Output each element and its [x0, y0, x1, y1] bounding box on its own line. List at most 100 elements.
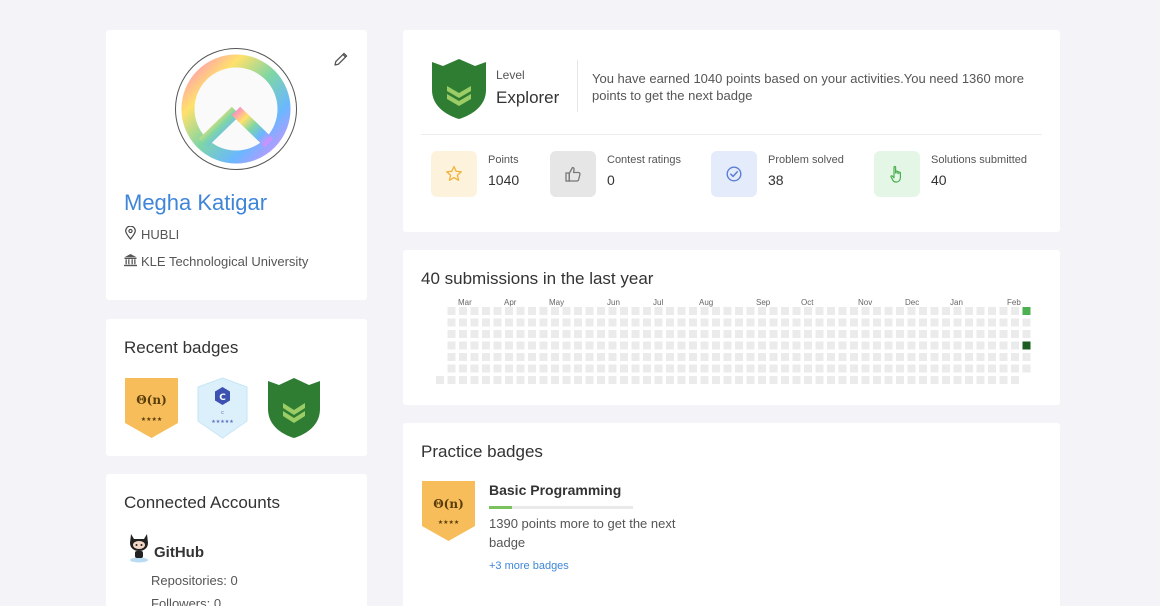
- heatmap-cell[interactable]: [631, 330, 640, 338]
- heatmap-cell[interactable]: [631, 341, 640, 350]
- heatmap-cell[interactable]: [781, 318, 789, 327]
- heatmap-cell[interactable]: [677, 307, 686, 315]
- heatmap-cell[interactable]: [597, 330, 605, 338]
- heatmap-cell[interactable]: [827, 307, 835, 315]
- heatmap-cell[interactable]: [677, 330, 686, 338]
- heatmap-cell[interactable]: [447, 376, 456, 384]
- heatmap-cell[interactable]: [723, 318, 732, 327]
- heatmap-cell[interactable]: [735, 364, 743, 373]
- heatmap-cell[interactable]: [758, 318, 766, 327]
- heatmap-cell[interactable]: [631, 364, 640, 373]
- heatmap-cell[interactable]: [942, 364, 950, 373]
- heatmap-cell[interactable]: [643, 330, 651, 338]
- heatmap-cell[interactable]: [735, 341, 743, 350]
- heatmap-cell[interactable]: [769, 307, 778, 315]
- heatmap-cell[interactable]: [723, 341, 732, 350]
- heatmap-cell[interactable]: [953, 376, 962, 384]
- heatmap-cell[interactable]: [815, 341, 824, 350]
- heatmap-cell[interactable]: [919, 307, 927, 315]
- heatmap-cell[interactable]: [482, 341, 490, 350]
- heatmap-cell[interactable]: [827, 341, 835, 350]
- heatmap-cell[interactable]: [666, 364, 674, 373]
- heatmap-cell[interactable]: [965, 364, 973, 373]
- heatmap-cell[interactable]: [850, 307, 858, 315]
- heatmap-cell[interactable]: [953, 330, 962, 338]
- heatmap-cell[interactable]: [976, 364, 985, 373]
- heatmap-cell[interactable]: [988, 330, 996, 338]
- heatmap-cell[interactable]: [1011, 330, 1019, 338]
- heatmap-cell[interactable]: [700, 330, 709, 338]
- heatmap-cell[interactable]: [643, 341, 651, 350]
- heatmap-cell[interactable]: [769, 353, 778, 361]
- heatmap-cell[interactable]: [792, 376, 801, 384]
- heatmap-cell[interactable]: [850, 330, 858, 338]
- heatmap-cell[interactable]: [838, 376, 847, 384]
- heatmap-cell[interactable]: [999, 307, 1008, 315]
- heatmap-cell[interactable]: [666, 307, 674, 315]
- heatmap-cell[interactable]: [574, 341, 582, 350]
- heatmap-cell[interactable]: [746, 330, 755, 338]
- heatmap-cell[interactable]: [907, 307, 916, 315]
- heatmap-cell[interactable]: [884, 353, 893, 361]
- heatmap-cell[interactable]: [930, 353, 939, 361]
- heatmap-cell[interactable]: [965, 341, 973, 350]
- heatmap-cell[interactable]: [965, 353, 973, 361]
- heatmap-cell[interactable]: [873, 341, 881, 350]
- heatmap-cell[interactable]: [919, 341, 927, 350]
- heatmap-cell[interactable]: [516, 341, 525, 350]
- heatmap-cell[interactable]: [470, 307, 479, 315]
- heatmap-cell[interactable]: [666, 376, 674, 384]
- heatmap-cell[interactable]: [689, 364, 697, 373]
- heatmap-cell[interactable]: [608, 318, 617, 327]
- heatmap-cell[interactable]: [746, 307, 755, 315]
- heatmap-cell[interactable]: [459, 341, 467, 350]
- heatmap-cell[interactable]: [953, 341, 962, 350]
- heatmap-cell[interactable]: [907, 353, 916, 361]
- heatmap-cell[interactable]: [988, 318, 996, 327]
- heatmap-cell[interactable]: [976, 318, 985, 327]
- heatmap-cell[interactable]: [689, 330, 697, 338]
- heatmap-cell[interactable]: [1011, 353, 1019, 361]
- heatmap-cell[interactable]: [689, 318, 697, 327]
- heatmap-cell[interactable]: [585, 376, 594, 384]
- heatmap-cell[interactable]: [654, 330, 663, 338]
- heatmap-cell[interactable]: [838, 341, 847, 350]
- heatmap-cell[interactable]: [528, 307, 536, 315]
- heatmap-cell[interactable]: [643, 318, 651, 327]
- heatmap-cell[interactable]: [470, 353, 479, 361]
- heatmap-cell[interactable]: [654, 307, 663, 315]
- heatmap-cell[interactable]: [643, 364, 651, 373]
- heatmap-cell[interactable]: [666, 353, 674, 361]
- heatmap-cell[interactable]: [781, 341, 789, 350]
- heatmap-cell[interactable]: [850, 376, 858, 384]
- heatmap-cell[interactable]: [896, 376, 904, 384]
- heatmap-cell[interactable]: [493, 307, 502, 315]
- heatmap-cell[interactable]: [562, 376, 571, 384]
- heatmap-cell[interactable]: [861, 376, 870, 384]
- heatmap-cell[interactable]: [459, 364, 467, 373]
- heatmap-cell[interactable]: [758, 330, 766, 338]
- heatmap-cell[interactable]: [827, 364, 835, 373]
- heatmap-cell[interactable]: [505, 364, 513, 373]
- heatmap-cell[interactable]: [539, 364, 548, 373]
- heatmap-cell[interactable]: [505, 353, 513, 361]
- heatmap-cell[interactable]: [597, 341, 605, 350]
- heatmap-cell[interactable]: [436, 376, 444, 384]
- heatmap-cell[interactable]: [470, 364, 479, 373]
- heatmap-cell[interactable]: [723, 376, 732, 384]
- heatmap-cell[interactable]: [677, 376, 686, 384]
- heatmap-cell[interactable]: [907, 364, 916, 373]
- heatmap-cell[interactable]: [942, 353, 950, 361]
- heatmap-cell[interactable]: [1011, 341, 1019, 350]
- heatmap-cell[interactable]: [447, 341, 456, 350]
- heatmap-cell[interactable]: [953, 364, 962, 373]
- heatmap-cell[interactable]: [723, 330, 732, 338]
- heatmap-cell[interactable]: [551, 318, 559, 327]
- heatmap-cell[interactable]: [620, 341, 628, 350]
- heatmap-cell[interactable]: [758, 307, 766, 315]
- heatmap-cell[interactable]: [861, 307, 870, 315]
- heatmap-cell[interactable]: [700, 341, 709, 350]
- heatmap-cell[interactable]: [608, 330, 617, 338]
- heatmap-cell[interactable]: [850, 318, 858, 327]
- heatmap-cell[interactable]: [643, 353, 651, 361]
